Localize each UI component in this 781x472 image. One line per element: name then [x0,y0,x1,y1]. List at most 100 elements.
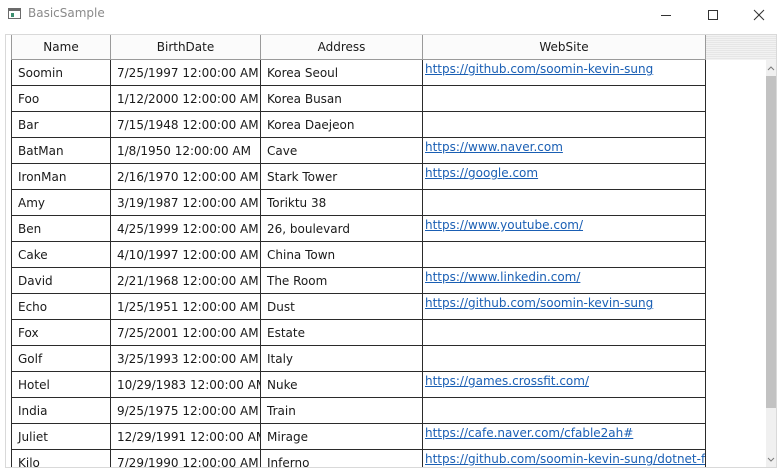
close-button[interactable] [736,0,781,29]
cell-birthdate[interactable]: 7/25/2001 12:00:00 AM [111,320,261,346]
cell-birthdate[interactable]: 3/25/1993 12:00:00 AM [111,346,261,372]
table-row[interactable]: IronMan 2/16/1970 12:00:00 AM Stark Tower h… [6,164,706,190]
cell-website[interactable]: https://www.linkedin.com/ [423,268,706,294]
scrollbar-thumb[interactable] [766,76,776,408]
cell-address[interactable]: Estate [261,320,423,346]
cell-address[interactable]: Dust [261,294,423,320]
data-grid[interactable]: Name BirthDate Address WebSite Soomin 7/2… [5,34,777,468]
cell-birthdate[interactable]: 7/25/1997 12:00:00 AM [111,60,261,86]
vertical-scrollbar[interactable] [766,60,776,467]
cell-name[interactable]: Juliet [11,424,111,450]
cell-address[interactable]: Toriktu 38 [261,190,423,216]
cell-birthdate[interactable]: 4/25/1999 12:00:00 AM [111,216,261,242]
table-row[interactable]: Juliet 12/29/1991 12:00:00 AM Mirage https:… [6,424,706,450]
table-row[interactable]: India 9/25/1975 12:00:00 AM Train [6,398,706,424]
cell-website[interactable] [423,86,706,112]
table-row[interactable]: Fox 7/25/2001 12:00:00 AM Estate [6,320,706,346]
cell-name[interactable]: Cake [11,242,111,268]
cell-birthdate[interactable]: 4/10/1997 12:00:00 AM [111,242,261,268]
website-link[interactable]: https://games.crossfit.com/ [425,372,705,390]
cell-website[interactable]: https://cafe.naver.com/cfable2ah# [423,424,706,450]
cell-website[interactable] [423,190,706,216]
cell-name[interactable]: Amy [11,190,111,216]
cell-birthdate[interactable]: 9/25/1975 12:00:00 AM [111,398,261,424]
table-row[interactable]: BatMan 1/8/1950 12:00:00 AM Cave https://ww… [6,138,706,164]
column-header-name[interactable]: Name [11,35,111,60]
column-header-birthdate[interactable]: BirthDate [111,35,261,60]
website-link[interactable]: https://cafe.naver.com/cfable2ah# [425,424,705,442]
cell-address[interactable]: Stark Tower [261,164,423,190]
cell-website[interactable]: https://www.youtube.com/ [423,216,706,242]
cell-name[interactable]: Fox [11,320,111,346]
maximize-button[interactable] [690,0,736,29]
cell-website[interactable]: https://github.com/soomin-kevin-sung [423,294,706,320]
cell-birthdate[interactable]: 3/19/1987 12:00:00 AM [111,190,261,216]
cell-address[interactable]: Korea Seoul [261,60,423,86]
website-link[interactable]: https://github.com/soomin-kevin-sung [425,60,705,78]
minimize-button[interactable] [643,0,689,29]
chevron-down-icon[interactable] [766,454,776,466]
cell-name[interactable]: Foo [11,86,111,112]
table-row[interactable]: Hotel 10/29/1983 12:00:00 AM Nuke https://g… [6,372,706,398]
website-link[interactable]: https://www.linkedin.com/ [425,268,705,286]
cell-website[interactable] [423,112,706,138]
website-link[interactable]: https://www.youtube.com/ [425,216,705,234]
cell-birthdate[interactable]: 1/12/2000 12:00:00 AM [111,86,261,112]
cell-name[interactable]: Ben [11,216,111,242]
cell-birthdate[interactable]: 10/29/1983 12:00:00 AM [111,372,261,398]
cell-name[interactable]: Kilo [11,450,111,467]
cell-name[interactable]: IronMan [11,164,111,190]
website-link[interactable]: https://github.com/soomin-kevin-sung [425,294,705,312]
cell-address[interactable]: China Town [261,242,423,268]
cell-website[interactable]: https://github.com/soomin-kevin-sung/dot… [423,450,706,467]
cell-address[interactable]: Train [261,398,423,424]
chevron-up-icon[interactable] [766,62,776,74]
cell-address[interactable]: Nuke [261,372,423,398]
cell-birthdate[interactable]: 2/16/1970 12:00:00 AM [111,164,261,190]
table-row[interactable]: David 2/21/1968 12:00:00 AM The Room https:… [6,268,706,294]
cell-name[interactable]: BatMan [11,138,111,164]
cell-birthdate[interactable]: 2/21/1968 12:00:00 AM [111,268,261,294]
cell-website[interactable] [423,242,706,268]
cell-address[interactable]: The Room [261,268,423,294]
table-row[interactable]: Echo 1/25/1951 12:00:00 AM Dust https://git… [6,294,706,320]
website-link[interactable]: https://www.naver.com [425,138,705,156]
cell-website[interactable] [423,346,706,372]
website-link[interactable]: https://google.com [425,164,705,182]
cell-address[interactable]: Korea Daejeon [261,112,423,138]
table-row[interactable]: Soomin 7/25/1997 12:00:00 AM Korea Seoul ht… [6,60,706,86]
cell-name[interactable]: Hotel [11,372,111,398]
cell-name[interactable]: Golf [11,346,111,372]
cell-website[interactable]: https://github.com/soomin-kevin-sung [423,60,706,86]
cell-birthdate[interactable]: 1/8/1950 12:00:00 AM [111,138,261,164]
cell-address[interactable]: Mirage [261,424,423,450]
cell-website[interactable]: https://www.naver.com [423,138,706,164]
website-link[interactable]: https://github.com/soomin-kevin-sung/dot… [425,450,705,467]
column-header-address[interactable]: Address [261,35,423,60]
cell-address[interactable]: Cave [261,138,423,164]
cell-address[interactable]: 26, boulevard [261,216,423,242]
cell-birthdate[interactable]: 7/29/1990 12:00:00 AM [111,450,261,467]
cell-website[interactable] [423,320,706,346]
column-header-website[interactable]: WebSite [423,35,706,60]
table-row[interactable]: Amy 3/19/1987 12:00:00 AM Toriktu 38 [6,190,706,216]
table-row[interactable]: Foo 1/12/2000 12:00:00 AM Korea Busan [6,86,706,112]
cell-address[interactable]: Inferno [261,450,423,467]
table-row[interactable]: Golf 3/25/1993 12:00:00 AM Italy [6,346,706,372]
cell-website[interactable]: https://google.com [423,164,706,190]
cell-website[interactable]: https://games.crossfit.com/ [423,372,706,398]
cell-name[interactable]: Soomin [11,60,111,86]
cell-birthdate[interactable]: 12/29/1991 12:00:00 AM [111,424,261,450]
cell-address[interactable]: Korea Busan [261,86,423,112]
table-row[interactable]: Kilo 7/29/1990 12:00:00 AM Inferno https://… [6,450,706,467]
cell-name[interactable]: David [11,268,111,294]
table-row[interactable]: Bar 7/15/1948 12:00:00 AM Korea Daejeon [6,112,706,138]
cell-birthdate[interactable]: 1/25/1951 12:00:00 AM [111,294,261,320]
table-row[interactable]: Cake 4/10/1997 12:00:00 AM China Town [6,242,706,268]
cell-name[interactable]: Echo [11,294,111,320]
cell-website[interactable] [423,398,706,424]
cell-name[interactable]: Bar [11,112,111,138]
cell-birthdate[interactable]: 7/15/1948 12:00:00 AM [111,112,261,138]
cell-address[interactable]: Italy [261,346,423,372]
cell-name[interactable]: India [11,398,111,424]
